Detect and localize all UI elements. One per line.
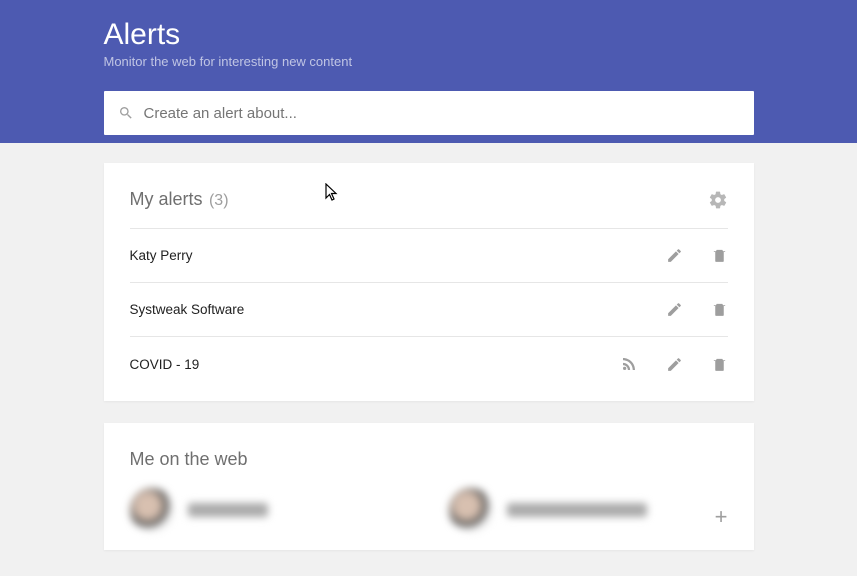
search-icon <box>118 105 134 121</box>
me-on-web-title: Me on the web <box>130 449 248 470</box>
my-alerts-card: My alerts (3) Katy Perry Systweak Softwa… <box>104 163 754 401</box>
alert-row: Systweak Software <box>130 283 728 337</box>
delete-icon[interactable] <box>711 356 728 373</box>
page-title: Alerts <box>104 18 754 52</box>
avatar <box>449 488 493 532</box>
my-alerts-title: My alerts <box>130 189 203 209</box>
my-alerts-count: (3) <box>209 192 229 209</box>
edit-icon[interactable] <box>666 356 683 373</box>
create-alert-input[interactable] <box>144 105 740 122</box>
edit-icon[interactable] <box>666 247 683 264</box>
my-alerts-header: My alerts (3) <box>130 189 728 229</box>
alert-row: COVID - 19 <box>130 337 728 391</box>
alert-name[interactable]: Systweak Software <box>130 302 245 317</box>
web-identity-item[interactable] <box>449 488 728 532</box>
rss-icon[interactable] <box>620 355 638 373</box>
me-on-web-card: Me on the web + <box>104 423 754 550</box>
page-subtitle: Monitor the web for interesting new cont… <box>104 54 754 69</box>
gear-icon[interactable] <box>708 190 728 210</box>
delete-icon[interactable] <box>711 301 728 318</box>
alert-row: Katy Perry <box>130 229 728 283</box>
delete-icon[interactable] <box>711 247 728 264</box>
edit-icon[interactable] <box>666 301 683 318</box>
create-alert-bar[interactable] <box>104 91 754 135</box>
add-icon[interactable]: + <box>715 504 728 530</box>
web-identity-label <box>188 503 268 517</box>
web-identity-item[interactable] <box>130 488 409 532</box>
avatar <box>130 488 174 532</box>
app-header: Alerts Monitor the web for interesting n… <box>0 0 857 143</box>
web-identity-label <box>507 503 647 517</box>
alert-name[interactable]: Katy Perry <box>130 248 193 263</box>
alert-name[interactable]: COVID - 19 <box>130 357 200 372</box>
